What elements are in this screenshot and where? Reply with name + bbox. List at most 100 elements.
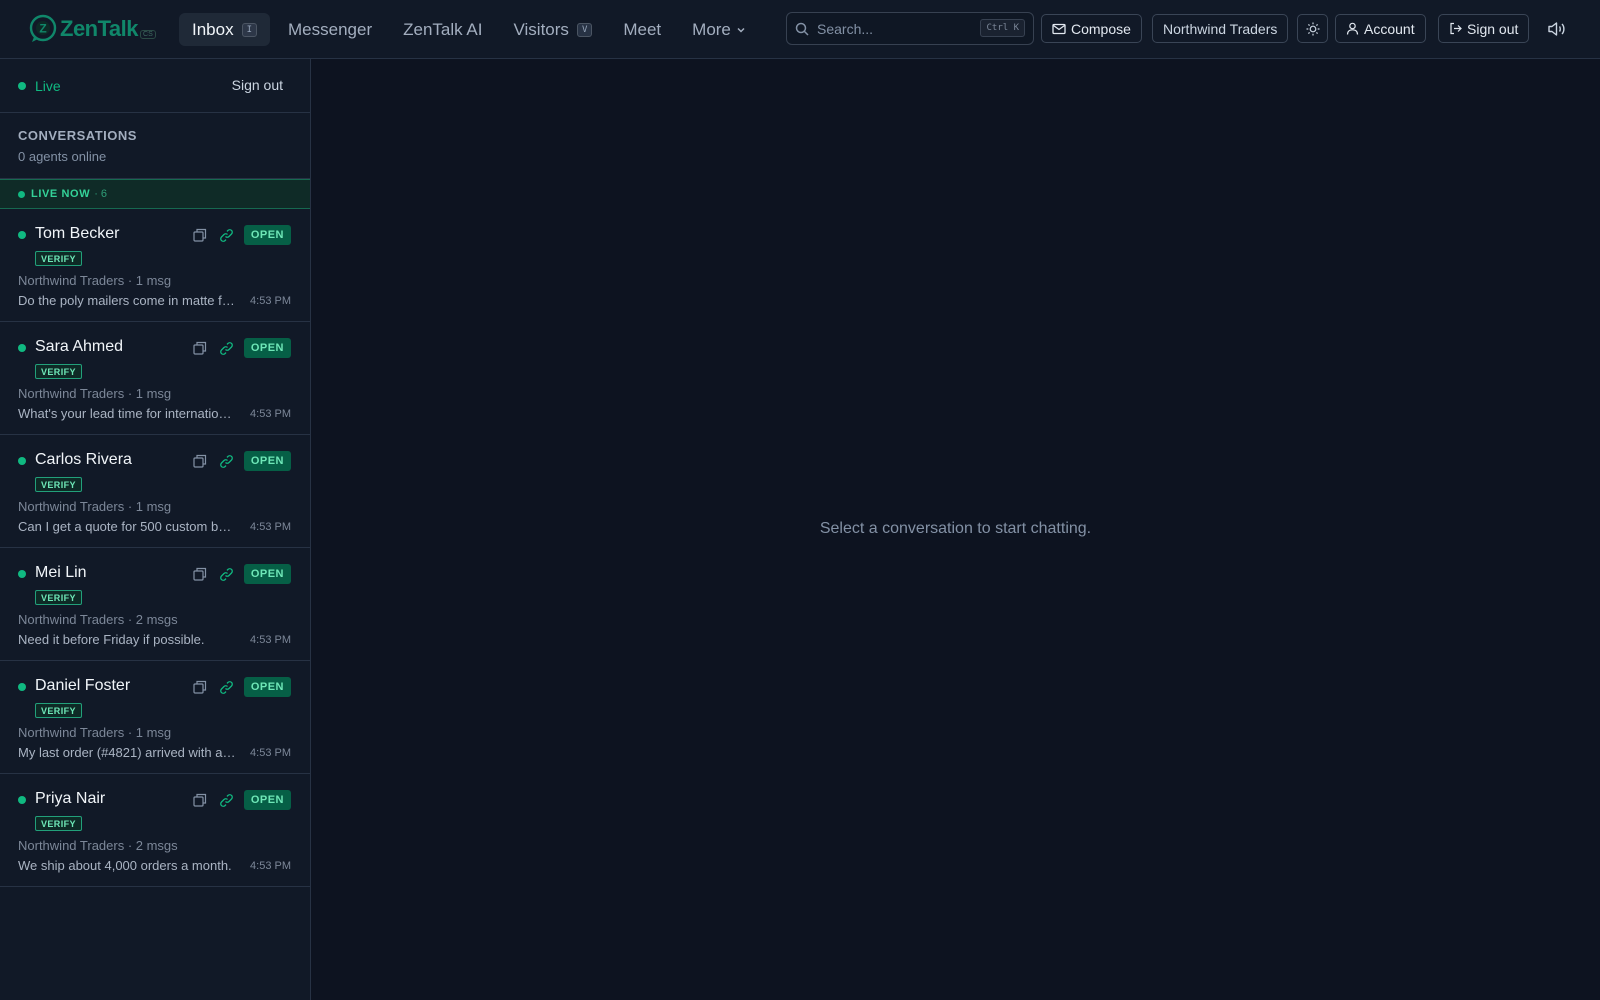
nav-messenger[interactable]: Messenger: [275, 13, 385, 46]
conversation-item[interactable]: Carlos Rivera OPEN VERIFY Northwind Trad…: [0, 435, 310, 548]
link-icon[interactable]: [219, 453, 235, 469]
status-badge: OPEN: [243, 225, 291, 245]
conversation-time: 4:53 PM: [250, 634, 291, 646]
conversation-list: Tom Becker OPEN VERIFY Northwind Traders…: [0, 209, 310, 887]
nav-visitors-label: Visitors: [513, 19, 569, 39]
conversation-preview: Do the poly mailers come in matte finish…: [18, 293, 237, 308]
conversation-actions: OPEN: [181, 677, 291, 697]
nav-inbox[interactable]: Inbox I: [179, 13, 271, 46]
online-dot: [18, 570, 26, 578]
compose-label: Compose: [1071, 20, 1131, 37]
compose-button[interactable]: Compose: [1041, 14, 1142, 43]
nav-visitors-shortcut: V: [576, 22, 593, 37]
account-button[interactable]: Account: [1335, 14, 1426, 43]
link-icon[interactable]: [219, 792, 235, 808]
conversation-name: Carlos Rivera: [35, 451, 132, 468]
sidebar-signout-button[interactable]: Sign out: [232, 77, 283, 93]
nav-visitors[interactable]: Visitors V: [501, 13, 606, 46]
conversation-item[interactable]: Mei Lin OPEN VERIFY Northwind Traders · …: [0, 548, 310, 661]
search-icon: [795, 22, 809, 36]
live-now-dot: [18, 190, 25, 198]
sound-toggle-button[interactable]: [1546, 18, 1568, 40]
conversation-item[interactable]: Sara Ahmed OPEN VERIFY Northwind Traders…: [0, 322, 310, 435]
conversation-time: 4:53 PM: [250, 295, 291, 307]
conversation-actions: OPEN: [181, 225, 291, 245]
search-box[interactable]: Ctrl K: [786, 12, 1034, 45]
status-badge: OPEN: [243, 451, 291, 471]
verify-badge[interactable]: VERIFY: [35, 816, 82, 831]
conversation-actions: OPEN: [181, 338, 291, 358]
link-icon[interactable]: [219, 340, 235, 356]
conversation-name: Tom Becker: [35, 225, 120, 242]
workspace-selector[interactable]: Northwind Traders: [1152, 14, 1289, 43]
nav-more[interactable]: More: [679, 13, 759, 46]
chevron-down-icon: [737, 27, 745, 33]
link-icon[interactable]: [219, 679, 235, 695]
conversation-preview: What's your lead time for international …: [18, 406, 237, 421]
external-window-icon[interactable]: [192, 679, 208, 695]
brand-logo[interactable]: Z ZenTalk CS: [28, 14, 156, 44]
verify-badge[interactable]: VERIFY: [35, 590, 82, 605]
status-badge: OPEN: [243, 338, 291, 358]
verify-badge[interactable]: VERIFY: [35, 703, 82, 718]
external-window-icon[interactable]: [192, 227, 208, 243]
conversation-item[interactable]: Daniel Foster OPEN VERIFY Northwind Trad…: [0, 661, 310, 774]
main-nav: Inbox I Messenger ZenTalk AI Visitors V …: [179, 13, 764, 46]
verify-badge[interactable]: VERIFY: [35, 364, 82, 379]
search-input[interactable]: [817, 20, 967, 37]
link-icon[interactable]: [219, 227, 235, 243]
nav-inbox-shortcut: I: [241, 22, 258, 37]
signout-button[interactable]: Sign out: [1438, 14, 1530, 43]
search-shortcut: Ctrl K: [980, 19, 1025, 37]
conversation-name: Daniel Foster: [35, 677, 131, 694]
external-window-icon[interactable]: [192, 566, 208, 582]
live-now-count: · 6: [94, 188, 108, 200]
conversation-name: Sara Ahmed: [35, 338, 124, 355]
conversation-actions: OPEN: [181, 564, 291, 584]
nav-meet[interactable]: Meet: [610, 13, 674, 46]
live-now-section[interactable]: LIVE NOW · 6: [0, 179, 310, 209]
conversation-meta: Northwind Traders · 1 msg: [18, 386, 172, 401]
online-dot: [18, 683, 26, 691]
conversation-preview: We ship about 4,000 orders a month.: [18, 858, 232, 873]
link-icon[interactable]: [219, 566, 235, 582]
external-window-icon[interactable]: [192, 340, 208, 356]
conversations-header: CONVERSATIONS 0 agents online: [0, 113, 310, 179]
nav-messenger-label: Messenger: [288, 19, 373, 39]
nav-meet-label: Meet: [623, 19, 662, 39]
external-window-icon[interactable]: [192, 792, 208, 808]
conversation-name: Priya Nair: [35, 790, 106, 807]
nav-zentalk-ai-label: ZenTalk AI: [403, 19, 483, 39]
conversation-item[interactable]: Tom Becker OPEN VERIFY Northwind Traders…: [0, 209, 310, 322]
live-now-label: LIVE NOW: [31, 188, 91, 200]
sun-icon: [1306, 22, 1319, 35]
nav-inbox-label: Inbox: [192, 19, 234, 39]
online-dot: [18, 796, 26, 804]
nav-zentalk-ai[interactable]: ZenTalk AI: [390, 13, 495, 46]
conversation-item[interactable]: Priya Nair OPEN VERIFY Northwind Traders…: [0, 774, 310, 887]
conversation-actions: OPEN: [181, 451, 291, 471]
signout-label: Sign out: [1467, 20, 1519, 37]
conversation-name: Mei Lin: [35, 564, 87, 581]
verify-badge[interactable]: VERIFY: [35, 251, 82, 266]
logout-icon: [1450, 22, 1462, 35]
conversation-actions: OPEN: [181, 790, 291, 810]
workspace-label: Northwind Traders: [1163, 20, 1278, 37]
conversation-meta: Northwind Traders · 1 msg: [18, 725, 172, 740]
verify-badge[interactable]: VERIFY: [35, 477, 82, 492]
live-status-label[interactable]: Live: [35, 78, 61, 94]
theme-toggle-button[interactable]: [1297, 14, 1328, 43]
nav-more-label: More: [692, 19, 731, 39]
external-window-icon[interactable]: [192, 453, 208, 469]
user-icon: [1346, 22, 1359, 35]
conversation-time: 4:53 PM: [250, 860, 291, 872]
conversation-preview: My last order (#4821) arrived with a dam…: [18, 745, 237, 760]
conversation-time: 4:53 PM: [250, 521, 291, 533]
status-badge: OPEN: [243, 564, 291, 584]
online-dot: [18, 231, 26, 239]
brand-badge: CS: [140, 29, 156, 39]
online-dot: [18, 457, 26, 465]
conversation-time: 4:53 PM: [250, 747, 291, 759]
status-badge: OPEN: [243, 790, 291, 810]
conversation-meta: Northwind Traders · 1 msg: [18, 273, 172, 288]
